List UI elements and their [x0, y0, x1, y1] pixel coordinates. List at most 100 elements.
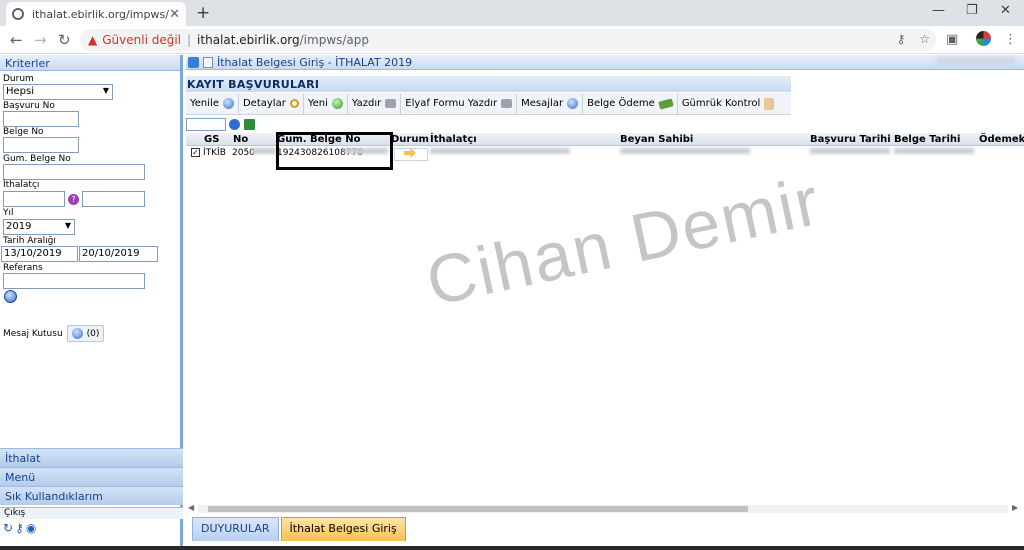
col-gs[interactable]: GS — [204, 134, 219, 145]
globe-icon[interactable]: ◉ — [26, 521, 38, 535]
payment-button-label: Belge Ödeme — [587, 98, 655, 109]
durum-value: Hepsi — [6, 86, 35, 97]
yil-label: Yıl — [3, 208, 14, 218]
print-fiber-form-button[interactable]: Elyaf Formu Yazdır — [401, 93, 518, 114]
close-window-icon[interactable]: ✕ — [1000, 3, 1011, 18]
blurred-cell — [252, 148, 276, 154]
blurred-belge-tarihi — [894, 148, 974, 154]
basvuru-no-input[interactable] — [3, 111, 79, 127]
message-box-label: Mesaj Kutusu — [3, 328, 63, 339]
globe-icon — [12, 8, 24, 20]
warning-icon: ▲ — [88, 33, 98, 47]
col-belge-tarihi[interactable]: Belge Tarihi — [894, 134, 960, 145]
new-tab-icon[interactable]: + — [196, 3, 210, 23]
yil-value: 2019 — [6, 221, 32, 232]
forward-icon[interactable]: → — [34, 31, 47, 49]
scrollbar-thumb[interactable] — [208, 506, 748, 512]
cast-icon[interactable]: ▣ — [946, 32, 958, 47]
details-button[interactable]: Detaylar — [239, 93, 304, 114]
durum-label: Durum — [3, 74, 34, 84]
chevron-down-icon: ▼ — [64, 221, 71, 230]
main-panel: İthalat Belgesi Giriş - İTHALAT 2019 KAY… — [186, 55, 1024, 547]
customs-check-button[interactable]: Gümrük Kontrol — [678, 94, 778, 114]
minimize-icon[interactable]: — — [932, 3, 945, 18]
blurred-basvuru-tarihi — [810, 148, 890, 154]
magnifier-icon — [289, 99, 299, 108]
col-beyan-sahibi[interactable]: Beyan Sahibi — [620, 134, 693, 145]
col-basvuru-tarihi[interactable]: Başvuru Tarihi — [810, 134, 891, 145]
chevron-down-icon: ▼ — [102, 86, 109, 95]
tab-ithalat-belgesi-giris[interactable]: İthalat Belgesi Giriş — [280, 517, 406, 541]
col-odemek[interactable]: Ödemek — [979, 134, 1024, 145]
col-no[interactable]: No — [233, 134, 248, 145]
collapse-icon[interactable] — [188, 56, 199, 68]
ithalatci-code-input[interactable] — [3, 191, 65, 207]
key-icon[interactable]: ⚷ — [897, 32, 906, 46]
refresh-button-label: Yenile — [190, 98, 219, 109]
cell-gs: İTKİB — [203, 148, 226, 158]
key-icon[interactable]: ⚷ — [15, 521, 26, 535]
grid-filter-input[interactable] — [186, 117, 226, 131]
tarih-bitis-input[interactable]: 20/10/2019 — [79, 246, 158, 262]
menu-dots-icon[interactable]: ⋮ — [1004, 32, 1017, 47]
print-fiber-form-label: Elyaf Formu Yazdır — [405, 98, 498, 109]
blurred-ithalatci — [430, 148, 570, 154]
referans-input[interactable] — [3, 273, 145, 289]
col-ithalatci[interactable]: İthalatçı — [430, 134, 477, 145]
horizontal-scrollbar[interactable] — [198, 505, 1008, 513]
print-button[interactable]: Yazdır — [348, 93, 402, 114]
details-button-label: Detaylar — [242, 98, 286, 109]
help-icon[interactable]: ? — [68, 194, 79, 205]
gum-belge-no-label: Gum. Belge No — [3, 154, 71, 164]
durum-select[interactable]: Hepsi ▼ — [3, 84, 113, 100]
refresh-button[interactable]: Yenile — [186, 93, 239, 114]
close-tab-icon[interactable]: ✕ — [169, 7, 180, 22]
gum-belge-no-input[interactable] — [3, 164, 145, 180]
restore-icon[interactable]: ❐ — [966, 3, 978, 18]
messages-button-label: Mesajlar — [521, 98, 564, 109]
message-box: Mesaj Kutusu (0) — [3, 325, 105, 342]
col-durum[interactable]: Durum — [391, 134, 429, 145]
payment-button[interactable]: Belge Ödeme — [583, 93, 678, 114]
browser-tab[interactable]: ithalat.ebirlik.org/impws/app ✕ — [6, 2, 186, 26]
security-warning[interactable]: Güvenli değil — [102, 33, 181, 47]
browser-tab-bar: ithalat.ebirlik.org/impws/app ✕ + — ❐ ✕ — [0, 0, 1024, 26]
address-bar: ← → ↻ ▲ Güvenli değil | ithalat.ebirlik.… — [0, 26, 1024, 54]
profile-avatar[interactable] — [976, 31, 991, 46]
ithalatci-name-input[interactable] — [82, 191, 145, 207]
yil-select[interactable]: 2019 ▼ — [3, 219, 75, 235]
bottom-tabs: DUYURULAR İthalat Belgesi Giriş — [192, 517, 408, 543]
message-box-button[interactable]: (0) — [66, 325, 105, 342]
accordion-menu[interactable]: Menü — [0, 467, 183, 486]
basvuru-no-label: Başvuru No — [3, 101, 55, 111]
url-field[interactable]: ▲ Güvenli değil | ithalat.ebirlik.org/im… — [80, 29, 936, 51]
new-button[interactable]: Yeni — [304, 93, 348, 114]
new-button-label: Yeni — [307, 98, 328, 109]
row-checkbox[interactable]: ✓ — [191, 148, 200, 157]
star-icon[interactable]: ☆ — [919, 32, 930, 46]
reload-icon[interactable]: ↻ — [58, 31, 71, 49]
messages-button[interactable]: Mesajlar — [517, 93, 584, 114]
scroll-right-icon[interactable]: ▶ — [1012, 503, 1018, 512]
refresh-icon[interactable]: ↻ — [3, 521, 15, 535]
accordion-favorites[interactable]: Sık Kullandıklarım — [0, 486, 183, 505]
back-icon[interactable]: ← — [10, 31, 23, 49]
filter-refresh-icon[interactable] — [229, 118, 240, 130]
ithalatci-label: İthalatçı — [3, 180, 40, 190]
user-info-blurred — [936, 57, 1016, 66]
belge-no-label: Belge No — [3, 127, 44, 137]
scroll-left-icon[interactable]: ◀ — [188, 503, 194, 512]
search-button[interactable] — [4, 290, 17, 303]
tab-duyurular[interactable]: DUYURULAR — [192, 517, 279, 541]
main-header: İthalat Belgesi Giriş - İTHALAT 2019 — [186, 55, 1024, 70]
tarih-baslangic-input[interactable]: 13/10/2019 — [1, 246, 78, 262]
tarih-araligi-label: Tarih Aralığı — [3, 236, 56, 246]
accordion-ithalat[interactable]: İthalat — [0, 448, 183, 467]
url-host: ithalat.ebirlik.org — [197, 33, 300, 47]
logout-link[interactable]: Çıkış — [0, 507, 183, 519]
printer-icon — [385, 99, 397, 108]
hourglass-icon — [764, 97, 775, 110]
excel-export-icon[interactable] — [244, 118, 255, 130]
belge-no-input[interactable] — [3, 137, 79, 153]
criteria-panel: Kriterler Durum Hepsi ▼ Başvuru No Belge… — [0, 55, 183, 547]
